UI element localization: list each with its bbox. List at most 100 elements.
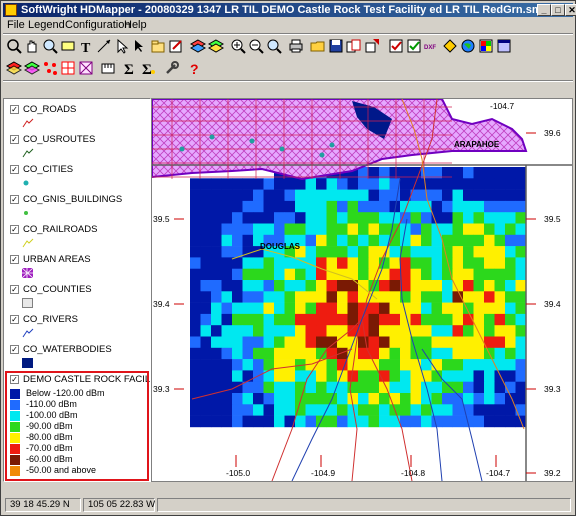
- layer-checkbox[interactable]: ✓: [10, 135, 19, 144]
- coverage-cell: [473, 336, 485, 349]
- coverage-cell: [263, 313, 275, 326]
- coverage-cell: [221, 234, 233, 247]
- coverage-cell: [358, 189, 369, 202]
- label-icon[interactable]: [59, 37, 77, 55]
- palette-icon[interactable]: [477, 37, 495, 55]
- coverage-cell: [494, 291, 506, 303]
- open-folder-icon[interactable]: [309, 37, 327, 55]
- coverage-cell: [232, 257, 243, 269]
- help-icon[interactable]: ?: [185, 59, 203, 77]
- menu-configuration[interactable]: Configuration: [65, 19, 130, 31]
- coverage-cell: [410, 257, 422, 269]
- layer-checkbox[interactable]: ✓: [10, 195, 19, 204]
- save-icon[interactable]: [327, 37, 345, 55]
- coverage-cell: [263, 291, 275, 303]
- fill-icon[interactable]: [441, 37, 459, 55]
- layer-name: CO_GNIS_BUILDINGS: [23, 194, 123, 205]
- hand-pan-icon[interactable]: [23, 37, 41, 55]
- coverage-cell: [326, 359, 338, 371]
- coverage-cell: [274, 370, 285, 382]
- railroad-symbol-icon: [22, 238, 34, 248]
- export-icon[interactable]: [363, 37, 381, 55]
- coverage-cell: [242, 336, 254, 349]
- layer-multi-icon[interactable]: [23, 59, 41, 77]
- layer-checkbox[interactable]: ✓: [10, 345, 19, 354]
- coverage-cell: [410, 268, 422, 281]
- layer-checkbox[interactable]: ✓: [10, 255, 19, 264]
- measure-icon[interactable]: [99, 59, 117, 77]
- layers-icon[interactable]: [189, 37, 207, 55]
- layer-checkbox[interactable]: ✓: [10, 285, 19, 294]
- signal-swatch: [10, 422, 20, 432]
- coverage-cell: [494, 404, 506, 416]
- coverage-cell: [284, 359, 296, 371]
- coverage-cell: [473, 246, 485, 258]
- dxf-icon[interactable]: DXF: [423, 37, 441, 55]
- open-layer-icon[interactable]: [149, 37, 167, 55]
- layers-2-icon[interactable]: [207, 37, 225, 55]
- coverage-cell: [316, 336, 327, 349]
- points-red-icon[interactable]: [41, 59, 59, 77]
- minimize-button[interactable]: _: [537, 4, 551, 16]
- coverage-cell: [211, 223, 222, 236]
- check-icon[interactable]: [387, 37, 405, 55]
- copy-icon[interactable]: [345, 37, 363, 55]
- zoom-out-icon[interactable]: [247, 37, 265, 55]
- coverage-cell: [494, 234, 506, 247]
- grid-red-icon[interactable]: [59, 59, 77, 77]
- pan-arrow-icon[interactable]: [131, 37, 149, 55]
- window-icon[interactable]: [495, 37, 513, 55]
- edit-icon[interactable]: [167, 37, 185, 55]
- globe-icon[interactable]: [459, 37, 477, 55]
- sigma-2-icon[interactable]: Σ: [139, 59, 157, 78]
- layer-checkbox[interactable]: ✓: [10, 105, 19, 114]
- layer-checkbox[interactable]: ✓: [10, 165, 19, 174]
- select-arrow-icon[interactable]: [113, 37, 131, 55]
- coverage-cell: [358, 381, 369, 394]
- maximize-button[interactable]: □: [551, 4, 565, 16]
- coverage-cell: [274, 291, 285, 303]
- coverage-cell: [190, 268, 201, 281]
- coverage-map[interactable]: 39.6 39.5 39.4 39.3 39.2 39.5 39.4 39.3 -105.0 -1…: [152, 99, 572, 481]
- zoom-in-icon[interactable]: [229, 37, 247, 55]
- coverage-cell: [326, 302, 338, 315]
- coverage-cell: [410, 325, 422, 337]
- coverage-cell: [326, 178, 338, 190]
- coverage-cell: [295, 291, 306, 303]
- coverage-cell: [410, 415, 422, 428]
- menu-file[interactable]: File: [7, 19, 25, 31]
- pattern-icon[interactable]: [77, 59, 95, 77]
- coverage-cell: [358, 212, 369, 224]
- coverage-cell: [316, 291, 327, 303]
- coverage-cell: [494, 167, 506, 179]
- zoom-pointer-icon[interactable]: [5, 37, 23, 55]
- magnify-icon[interactable]: [41, 37, 59, 55]
- title-bar[interactable]: SoftWright HDMapper - 20080329 1347 LR T…: [3, 3, 576, 17]
- zoom-extent-icon[interactable]: [265, 37, 283, 55]
- layer-checkbox[interactable]: ✓: [10, 315, 19, 324]
- close-button[interactable]: ✕: [565, 4, 576, 16]
- line-icon[interactable]: [95, 37, 113, 55]
- text-icon[interactable]: T: [77, 37, 95, 56]
- coverage-cell: [337, 189, 348, 202]
- coverage-cell: [505, 313, 516, 326]
- layer-checkbox[interactable]: ✓: [10, 225, 19, 234]
- sigma-icon[interactable]: Σ: [121, 59, 139, 78]
- layer-checkbox[interactable]: ✓: [10, 375, 19, 384]
- coverage-cell: [431, 200, 443, 213]
- menu-legend[interactable]: Legend: [28, 19, 65, 31]
- coverage-cell: [200, 381, 212, 394]
- coverage-cell: [295, 200, 306, 213]
- wrench-icon[interactable]: [163, 59, 181, 77]
- coverage-cell: [379, 404, 390, 416]
- coverage-cell: [295, 268, 306, 281]
- clear-icon[interactable]: [405, 37, 423, 55]
- coverage-cell: [200, 280, 212, 292]
- coverage-cell: [200, 336, 212, 349]
- menu-help[interactable]: Help: [124, 19, 147, 31]
- layer-red-icon[interactable]: [5, 59, 23, 77]
- map-view[interactable]: 39.6 39.5 39.4 39.3 39.2 39.5 39.4 39.3 -105.0 -1…: [151, 98, 573, 482]
- coverage-cell: [505, 415, 516, 428]
- coverage-cell: [274, 257, 285, 269]
- print-icon[interactable]: [287, 37, 305, 55]
